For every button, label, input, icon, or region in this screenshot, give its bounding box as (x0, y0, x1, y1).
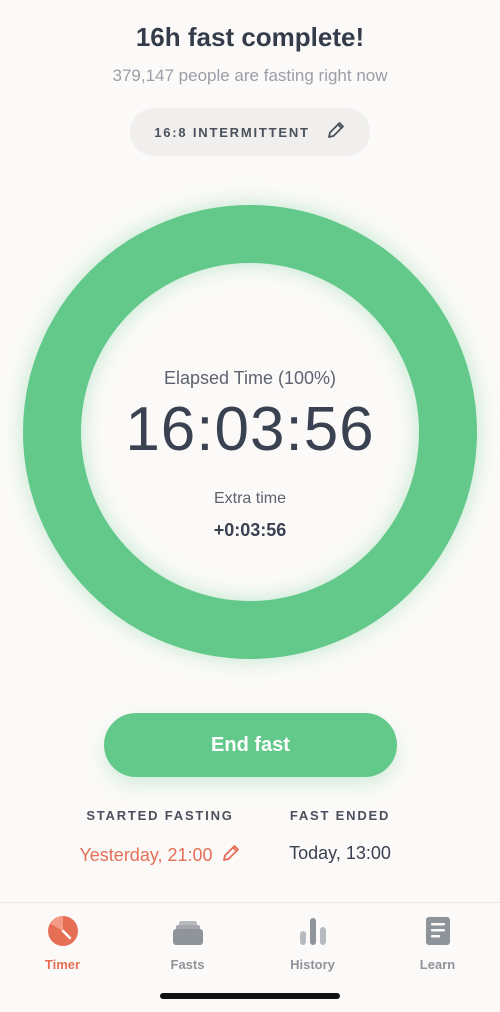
fasting-progress-ring: Elapsed Time (100%) 16:03:56 Extra time … (21, 203, 479, 661)
tab-label: History (290, 957, 335, 972)
tab-history[interactable]: History (250, 913, 375, 972)
end-fast-button[interactable]: End fast (104, 713, 397, 777)
tab-label: Fasts (170, 957, 205, 972)
page-title: 16h fast complete! (135, 22, 365, 52)
fasting-plan-label: 16:8 INTERMITTENT (154, 124, 310, 140)
tab-learn[interactable]: Learn (375, 913, 500, 972)
fasting-plan-button[interactable]: 16:8 INTERMITTENT (130, 108, 370, 156)
fast-ended-value: Today, 13:00 (289, 843, 391, 863)
fast-ended-section: FAST ENDED Today, 13:00 (262, 808, 418, 864)
learn-book-icon (375, 913, 500, 949)
fast-ended-header: FAST ENDED (289, 808, 391, 823)
timer-icon (0, 913, 125, 949)
fasts-stack-icon (125, 913, 250, 949)
started-fasting-edit[interactable]: Yesterday, 21:00 (60, 843, 260, 868)
extra-time-value: +0:03:56 (213, 520, 287, 540)
started-fasting-value: Yesterday, 21:00 (79, 845, 213, 865)
tab-fasts[interactable]: Fasts (125, 913, 250, 972)
tab-label: Learn (419, 957, 456, 972)
history-bars-icon (250, 913, 375, 949)
tab-timer[interactable]: Timer (0, 913, 125, 972)
tab-label: Timer (44, 957, 81, 972)
elapsed-time-label: Elapsed Time (100%) (163, 368, 337, 388)
started-fasting-section: STARTED FASTING Yesterday, 21:00 (60, 808, 260, 868)
elapsed-time-value: 16:03:56 (125, 395, 375, 464)
pencil-icon (326, 120, 346, 145)
fasting-count-subtitle: 379,147 people are fasting right now (112, 66, 388, 85)
extra-time-label: Extra time (213, 490, 286, 507)
home-indicator (160, 993, 340, 999)
started-fasting-header: STARTED FASTING (86, 808, 234, 823)
pencil-icon (221, 843, 241, 868)
